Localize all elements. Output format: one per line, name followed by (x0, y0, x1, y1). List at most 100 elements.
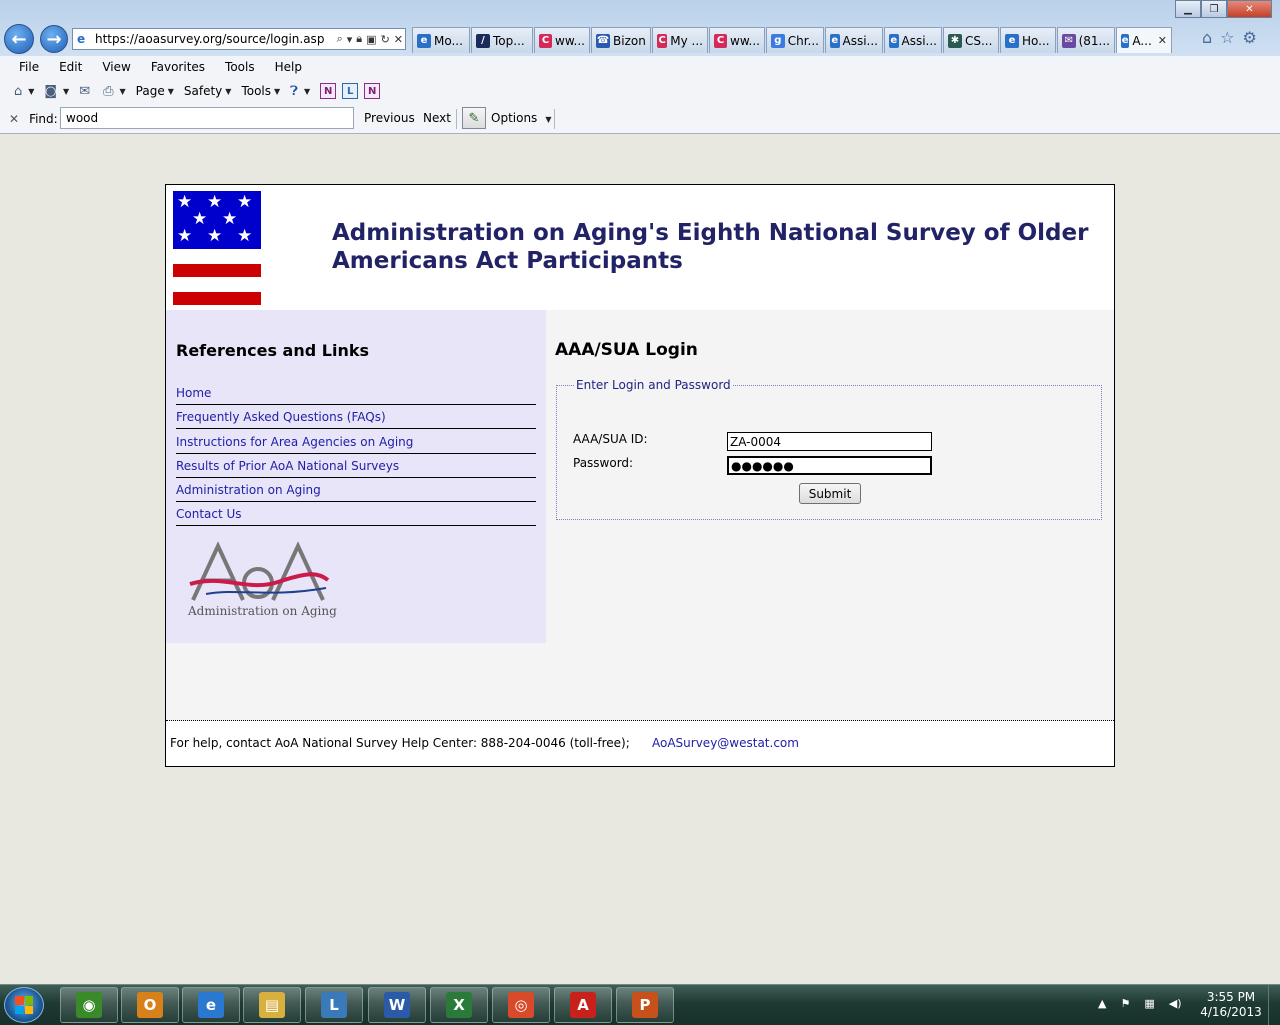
browser-tab[interactable]: e Mo... (412, 27, 470, 53)
show-desktop-button[interactable] (1268, 985, 1280, 1025)
menu-view[interactable]: View (92, 60, 140, 74)
browser-chrome: ▁ ❐ ✕ ← → e https://aoasurvey.org/source… (0, 0, 1280, 134)
menu-file[interactable]: File (9, 60, 49, 74)
tab-label: Ho... (1022, 33, 1050, 48)
c-brand-icon: C (539, 33, 553, 48)
chevron-down-icon: ▼ (303, 86, 311, 96)
browser-tab[interactable]: ☎ Bizon (591, 27, 651, 53)
sidebar-link-instructions[interactable]: Instructions for Area Agencies on Aging (176, 431, 536, 454)
volume-icon[interactable]: ◀) (1169, 997, 1182, 1010)
back-button[interactable]: ← (4, 24, 34, 54)
star-icon: ★ (192, 209, 208, 229)
refresh-icon[interactable]: ↻ (381, 33, 390, 46)
browser-tab[interactable]: Cww... (709, 27, 765, 53)
browser-tab[interactable]: Cww... (534, 27, 590, 53)
menu-tools[interactable]: Tools (215, 60, 265, 74)
minimize-button[interactable]: ▁ (1175, 0, 1201, 18)
taskbar-button[interactable]: P (616, 987, 674, 1023)
print-button[interactable]: ⎙ ▼ (103, 84, 126, 99)
taskbar-button[interactable]: A (554, 987, 612, 1023)
address-bar[interactable]: e https://aoasurvey.org/source/login.asp… (72, 28, 406, 50)
favorites-star-icon[interactable]: ☆ (1220, 28, 1234, 47)
tab-label: ww... (730, 33, 760, 48)
close-icon[interactable]: ✕ (9, 112, 19, 126)
browser-tab[interactable]: g Chr... (766, 27, 824, 53)
lock-icon[interactable]: 🔒︎ (356, 32, 362, 46)
settings-gear-icon[interactable]: ⚙ (1243, 28, 1257, 47)
sidebar-link-faqs[interactable]: Frequently Asked Questions (FAQs) (176, 406, 536, 429)
close-window-button[interactable]: ✕ (1227, 0, 1272, 18)
forward-button[interactable]: → (40, 25, 68, 53)
start-button[interactable] (4, 987, 44, 1023)
tab-label: Assi... (901, 33, 938, 48)
taskbar-button[interactable]: L (305, 987, 363, 1023)
stop-icon[interactable]: ✕ (394, 33, 403, 46)
restore-button[interactable]: ❐ (1201, 0, 1227, 18)
url-text[interactable]: https://aoasurvey.org/source/login.asp (95, 32, 335, 46)
help-button[interactable]: ❓︎ ▼ (290, 84, 310, 99)
home-button[interactable]: ⌂ ▼ (14, 84, 34, 99)
action-center-flag-icon[interactable]: ⚑ (1120, 997, 1130, 1010)
taskbar-button[interactable]: X (430, 987, 488, 1023)
divider (554, 109, 555, 129)
google-icon: g (771, 33, 785, 48)
find-label: Find: (29, 112, 58, 126)
highlight-matches-icon[interactable]: ✎ (462, 107, 486, 129)
sidebar: References and Links Home Frequently Ask… (166, 310, 546, 643)
excel-icon: X (446, 992, 472, 1018)
footer-email-link[interactable]: AoASurvey@westat.com (652, 736, 799, 750)
ie-icon: e (1121, 33, 1130, 48)
search-icon[interactable]: ⌕ (337, 32, 343, 46)
tab-label: ww... (555, 33, 585, 48)
close-tab-icon[interactable]: ✕ (1158, 34, 1167, 47)
windows-logo-icon (15, 996, 33, 1014)
feeds-button[interactable]: ◙ ▼ (44, 84, 69, 99)
browser-tab[interactable]: e Ho... (1000, 27, 1056, 53)
browser-tab[interactable]: e A... ✕ (1116, 27, 1172, 53)
submit-button[interactable]: Submit (799, 483, 861, 504)
menu-help[interactable]: Help (265, 60, 312, 74)
onenote-icon[interactable]: N (320, 83, 337, 99)
sidebar-link-home[interactable]: Home (176, 382, 536, 405)
find-options-button[interactable]: Options ▼ (491, 111, 551, 125)
lync-icon[interactable]: L (342, 83, 359, 99)
clock[interactable]: 3:55 PM 4/16/2013 (1196, 990, 1266, 1020)
taskbar-button[interactable]: ▤ (243, 987, 301, 1023)
mail-button[interactable]: ✉ (79, 84, 93, 99)
tools-menu[interactable]: Tools ▼ (241, 84, 280, 98)
browser-tab[interactable]: / Top... (471, 27, 533, 53)
dropdown-icon[interactable]: ▾ (347, 33, 353, 46)
menu-edit[interactable]: Edit (49, 60, 92, 74)
taskbar-button[interactable]: e (182, 987, 240, 1023)
browser-tab[interactable]: e Assi... (884, 27, 942, 53)
safety-menu[interactable]: Safety ▼ (184, 84, 232, 98)
find-options-label: Options (491, 111, 538, 125)
network-icon[interactable]: ▦ (1144, 997, 1154, 1010)
browser-tab[interactable]: ✱ CS... (943, 27, 999, 53)
tab-label: Chr... (787, 33, 819, 48)
page-footer: For help, contact AoA National Survey He… (166, 721, 1114, 766)
sidebar-link-prior-results[interactable]: Results of Prior AoA National Surveys (176, 455, 536, 478)
browser-tab[interactable]: e Assi... (825, 27, 883, 53)
taskbar-button[interactable]: O (121, 987, 179, 1023)
sidebar-link-aoa[interactable]: Administration on Aging (176, 479, 536, 502)
taskbar-button[interactable]: ◎ (492, 987, 550, 1023)
aaa-sua-id-input[interactable] (727, 432, 932, 451)
tray-expand-icon[interactable]: ▲ (1098, 997, 1106, 1010)
aoa-logo-caption: Administration on Aging (188, 604, 337, 618)
home-icon[interactable]: ⌂ (1202, 28, 1212, 47)
find-input[interactable] (60, 107, 354, 129)
password-input[interactable] (727, 456, 932, 475)
onenote-icon[interactable]: N (364, 83, 381, 99)
mail-icon: ✉ (1062, 33, 1076, 48)
find-previous-button[interactable]: Previous (364, 111, 415, 125)
menu-favorites[interactable]: Favorites (141, 60, 215, 74)
find-next-button[interactable]: Next (423, 111, 451, 125)
compat-view-icon[interactable]: ▣ (366, 33, 376, 46)
sidebar-link-contact[interactable]: Contact Us (176, 503, 536, 526)
taskbar-button[interactable]: W (368, 987, 426, 1023)
browser-tab[interactable]: ✉ (81... (1057, 27, 1115, 53)
browser-tab[interactable]: C My ... (652, 27, 708, 53)
page-menu[interactable]: Page ▼ (136, 84, 174, 98)
taskbar-button[interactable]: ◉ (60, 987, 118, 1023)
